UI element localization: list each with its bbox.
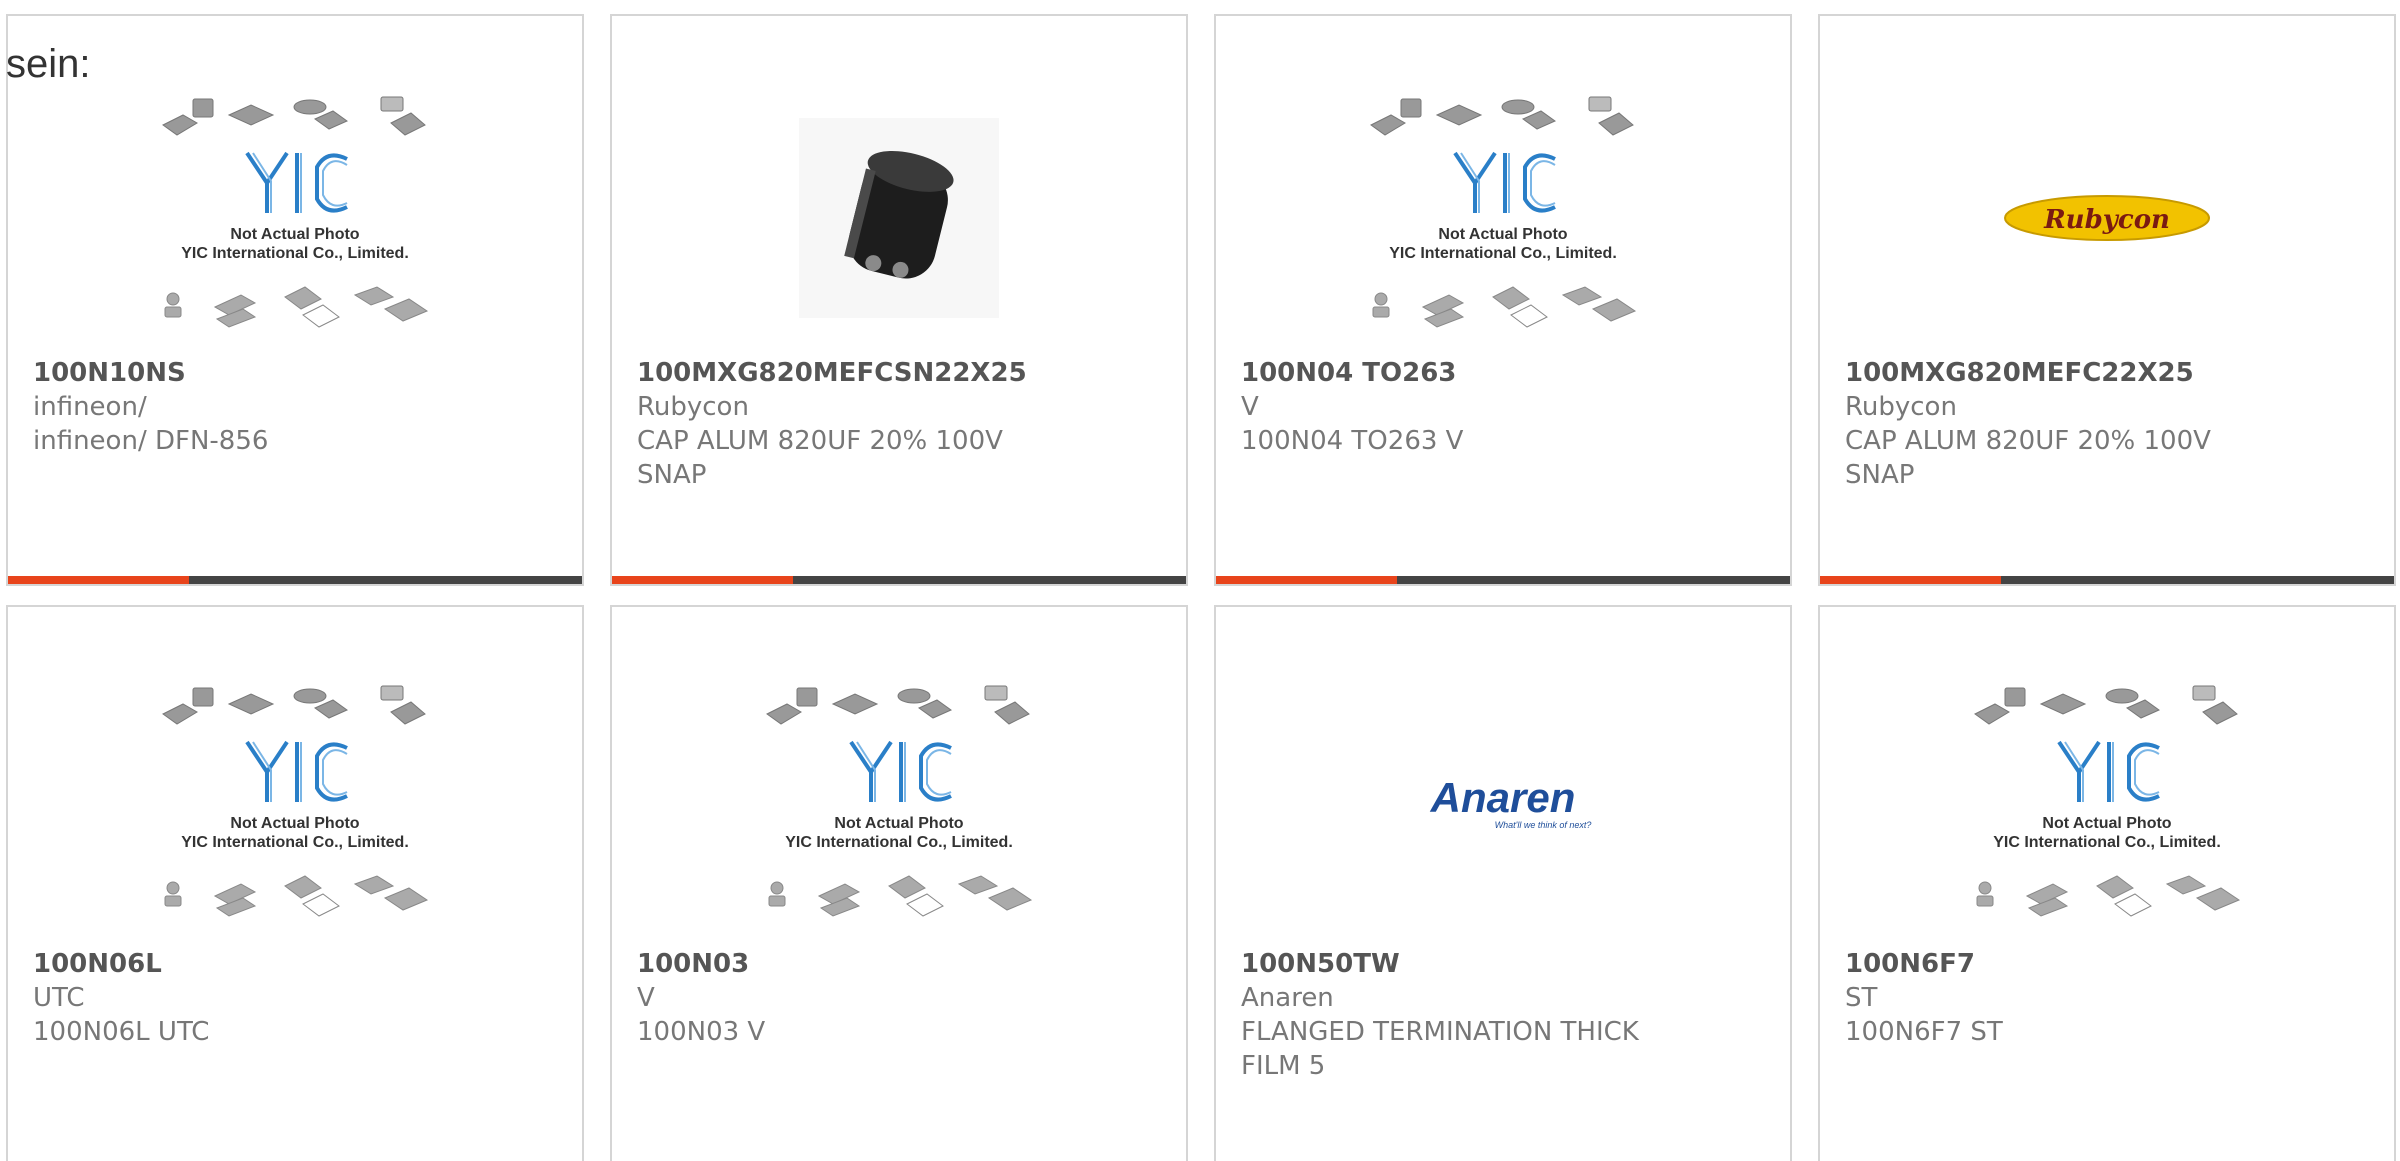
part-number-link[interactable]: 100MXG820MEFCSN22X25 — [637, 356, 1166, 390]
manufacturer: Rubycon — [637, 392, 749, 422]
part-number-link[interactable]: 100N50TW — [1241, 947, 1770, 981]
part-number-link[interactable]: 100N06L — [33, 947, 562, 981]
image-caption-1: Not Actual Photo — [1438, 226, 1567, 243]
product-image[interactable]: Not Actual Photo YIC International Co., … — [1820, 677, 2394, 937]
product-info: 100N6F7 ST 100N6F7 ST — [1845, 947, 2374, 1049]
product-card[interactable]: Not Actual Photo YIC International Co., … — [1818, 605, 2396, 1161]
product-info: 100MXG820MEFC22X25 Rubycon CAP ALUM 820U… — [1845, 356, 2374, 492]
card-accent — [612, 576, 793, 584]
rubycon-wordmark: Rubycon — [2043, 205, 2170, 235]
product-info: 100N06L UTC 100N06L UTC — [33, 947, 562, 1049]
yic-placeholder-image: Not Actual Photo YIC International Co., … — [766, 685, 1033, 917]
product-info: 100N10NS infineon/ infineon/ DFN-856 — [33, 356, 562, 458]
section-heading: sein: — [6, 42, 91, 86]
image-caption-2: YIC International Co., Limited. — [1389, 245, 1617, 262]
manufacturer: UTC — [33, 983, 85, 1013]
card-bottom-bar — [8, 576, 582, 584]
yic-placeholder-image: Not Actual Photo YIC International Co., … — [1370, 96, 1637, 328]
rubycon-logo: Rubycon — [2004, 195, 2210, 241]
manufacturer: Anaren — [1241, 983, 1334, 1013]
anaren-tagline: What'll we think of next? — [1495, 820, 1592, 830]
product-image[interactable]: Not Actual Photo YIC International Co., … — [8, 88, 582, 348]
description: infineon/ DFN-856 — [33, 426, 269, 456]
image-caption-2: YIC International Co., Limited. — [785, 834, 1013, 851]
part-number-link[interactable]: 100N10NS — [33, 356, 562, 390]
product-card[interactable]: Rubycon 100MXG820MEFC22X25 Rubycon CAP A… — [1818, 14, 2396, 586]
product-image[interactable] — [612, 88, 1186, 348]
yic-placeholder-image: Not Actual Photo YIC International Co., … — [162, 685, 429, 917]
anaren-logo: Anaren What'll we think of next? — [1430, 774, 1592, 830]
manufacturer: Rubycon — [1845, 392, 1957, 422]
product-card[interactable]: Not Actual Photo YIC International Co., … — [610, 605, 1188, 1161]
image-caption-1: Not Actual Photo — [834, 815, 963, 832]
product-image[interactable]: Not Actual Photo YIC International Co., … — [612, 677, 1186, 937]
card-bottom-bar — [612, 576, 1186, 584]
card-bottom-bar — [1820, 576, 2394, 584]
manufacturer: V — [1241, 392, 1259, 422]
product-image[interactable]: Not Actual Photo YIC International Co., … — [8, 677, 582, 937]
description: 100N04 TO263 V — [1241, 426, 1464, 456]
description: FLANGED TERMINATION THICK FILM 5 — [1241, 1017, 1639, 1081]
image-caption-1: Not Actual Photo — [2042, 815, 2171, 832]
image-caption-2: YIC International Co., Limited. — [1993, 834, 2221, 851]
card-accent — [8, 576, 189, 584]
description: 100N06L UTC — [33, 1017, 210, 1047]
description: CAP ALUM 820UF 20% 100V SNAP — [637, 426, 1003, 490]
description: 100N6F7 ST — [1845, 1017, 2003, 1047]
description: 100N03 V — [637, 1017, 766, 1047]
product-image[interactable]: Anaren What'll we think of next? — [1216, 677, 1790, 937]
part-number-link[interactable]: 100N03 — [637, 947, 1166, 981]
card-bottom-bar — [1216, 576, 1790, 584]
product-card[interactable]: Not Actual Photo YIC International Co., … — [6, 14, 584, 586]
product-card[interactable]: Anaren What'll we think of next? 100N50T… — [1214, 605, 1792, 1161]
product-info: 100MXG820MEFCSN22X25 Rubycon CAP ALUM 82… — [637, 356, 1166, 492]
product-image[interactable]: Rubycon — [1820, 88, 2394, 348]
description: CAP ALUM 820UF 20% 100V SNAP — [1845, 426, 2211, 490]
product-info: 100N03 V 100N03 V — [637, 947, 1166, 1049]
card-accent — [1820, 576, 2001, 584]
yic-placeholder-image: Not Actual Photo YIC International Co., … — [162, 96, 429, 328]
part-number-link[interactable]: 100N6F7 — [1845, 947, 2374, 981]
product-card[interactable]: 100MXG820MEFCSN22X25 Rubycon CAP ALUM 82… — [610, 14, 1188, 586]
capacitor-photo — [799, 118, 999, 318]
product-image[interactable]: Not Actual Photo YIC International Co., … — [1216, 88, 1790, 348]
image-caption-1: Not Actual Photo — [230, 226, 359, 243]
yic-placeholder-image: Not Actual Photo YIC International Co., … — [1974, 685, 2241, 917]
product-info: 100N50TW Anaren FLANGED TERMINATION THIC… — [1241, 947, 1770, 1083]
card-accent — [1216, 576, 1397, 584]
product-grid-page: sein: Not Actual Photo YIC International… — [0, 0, 2400, 1161]
image-caption-2: YIC International Co., Limited. — [181, 834, 409, 851]
product-card[interactable]: Not Actual Photo YIC International Co., … — [1214, 14, 1792, 586]
manufacturer: ST — [1845, 983, 1878, 1013]
manufacturer: infineon/ — [33, 392, 147, 422]
part-number-link[interactable]: 100N04 TO263 — [1241, 356, 1770, 390]
product-info: 100N04 TO263 V 100N04 TO263 V — [1241, 356, 1770, 458]
image-caption-2: YIC International Co., Limited. — [181, 245, 409, 262]
anaren-wordmark: Anaren — [1430, 774, 1576, 821]
manufacturer: V — [637, 983, 655, 1013]
image-caption-1: Not Actual Photo — [230, 815, 359, 832]
product-card[interactable]: Not Actual Photo YIC International Co., … — [6, 605, 584, 1161]
part-number-link[interactable]: 100MXG820MEFC22X25 — [1845, 356, 2374, 390]
